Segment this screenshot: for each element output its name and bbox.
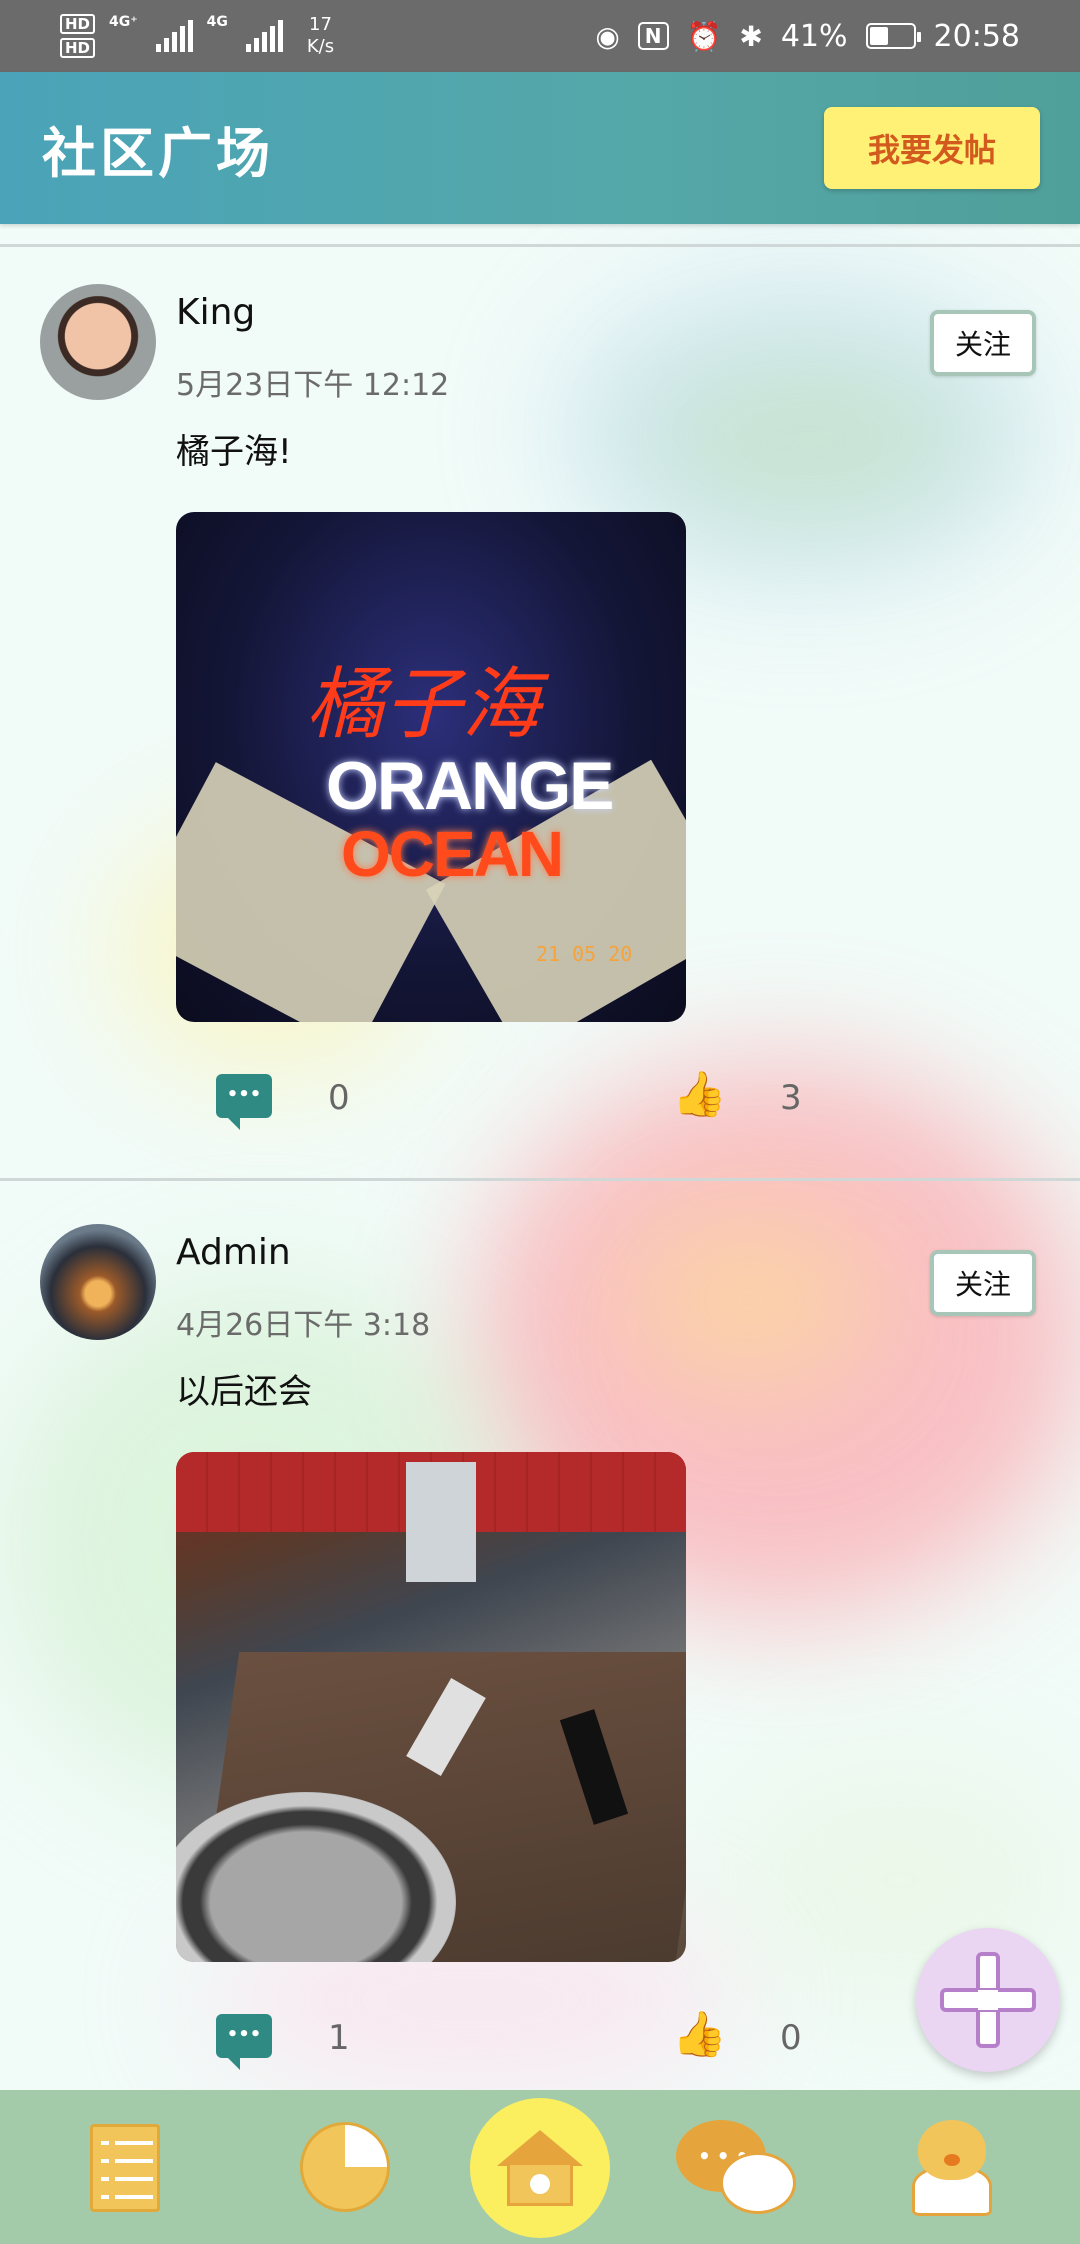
divider — [0, 244, 1080, 247]
profile-icon[interactable] — [912, 2120, 992, 2216]
bluetooth-icon: ✱ — [739, 19, 763, 53]
pie-chart-icon[interactable] — [300, 2122, 390, 2212]
neon-script-text: 橘子海 — [306, 660, 541, 750]
status-bar: HD HD 4G⁺ 4G 17 K/s ◉ N ⏰ ✱ 41% 20:58 — [0, 0, 1080, 72]
thumbs-up-icon[interactable]: 👍 — [672, 1070, 727, 1120]
signal-icon — [155, 20, 193, 52]
post-feed[interactable]: King 5月23日下午 12:12 橘子海! 关注 橘子海 ORANGE OC… — [0, 224, 1080, 2090]
eye-icon: ◉ — [595, 19, 620, 53]
bottom-navigation: ••• — [0, 2090, 1080, 2244]
avatar[interactable] — [40, 284, 156, 400]
clock: 20:58 — [933, 18, 1020, 54]
add-post-fab[interactable] — [916, 1928, 1060, 2072]
network-speed: 17 K/s — [306, 14, 335, 57]
post-text: 橘子海! — [176, 432, 292, 472]
nfc-icon: N — [637, 22, 669, 50]
signal-icon — [245, 20, 283, 52]
follow-button[interactable]: 关注 — [930, 310, 1036, 376]
username[interactable]: King — [176, 292, 255, 333]
follow-button[interactable]: 关注 — [930, 1250, 1036, 1316]
battery-icon — [865, 23, 921, 49]
list-icon[interactable] — [90, 2124, 160, 2212]
fridge — [406, 1462, 476, 1582]
post-time: 4月26日下午 3:18 — [176, 1308, 431, 1343]
divider — [0, 1178, 1080, 1181]
avatar[interactable] — [40, 1224, 156, 1340]
comment-count: 0 — [328, 1078, 350, 1118]
photo-date-stamp: 21 05 20 — [536, 942, 633, 966]
post-text: 以后还会 — [176, 1372, 312, 1412]
battery-percent: 41% — [780, 18, 848, 54]
like-count: 0 — [780, 2018, 802, 2058]
like-count: 3 — [780, 1078, 802, 1118]
home-icon[interactable] — [470, 2098, 610, 2238]
post-time: 5月23日下午 12:12 — [176, 368, 450, 403]
username[interactable]: Admin — [176, 1232, 291, 1273]
post-photo[interactable] — [176, 1452, 686, 1962]
thumbs-up-icon[interactable]: 👍 — [672, 2010, 727, 2060]
comment-icon[interactable]: ••• — [216, 1074, 272, 1130]
post-actions: ••• 1 👍 0 — [0, 2010, 1080, 2074]
chat-icon[interactable]: ••• — [676, 2120, 796, 2220]
alarm-icon: ⏰ — [686, 19, 722, 53]
post-actions: ••• 0 👍 3 — [0, 1070, 1080, 1134]
neon-text-ocean: OCEAN — [341, 818, 564, 890]
app-header: 社区广场 我要发帖 — [0, 72, 1080, 224]
comment-icon[interactable]: ••• — [216, 2014, 272, 2070]
plus-icon-center — [978, 1990, 998, 2010]
new-post-button[interactable]: 我要发帖 — [824, 107, 1040, 189]
hd-indicator: HD HD — [60, 14, 96, 58]
network-type-2: 4G — [206, 14, 228, 30]
page-title: 社区广场 — [42, 121, 274, 185]
network-type-1: 4G⁺ — [109, 14, 138, 30]
comment-count: 1 — [328, 2018, 350, 2058]
neon-text-orange: ORANGE — [326, 748, 614, 824]
post-photo[interactable]: 橘子海 ORANGE OCEAN 21 05 20 — [176, 512, 686, 1022]
